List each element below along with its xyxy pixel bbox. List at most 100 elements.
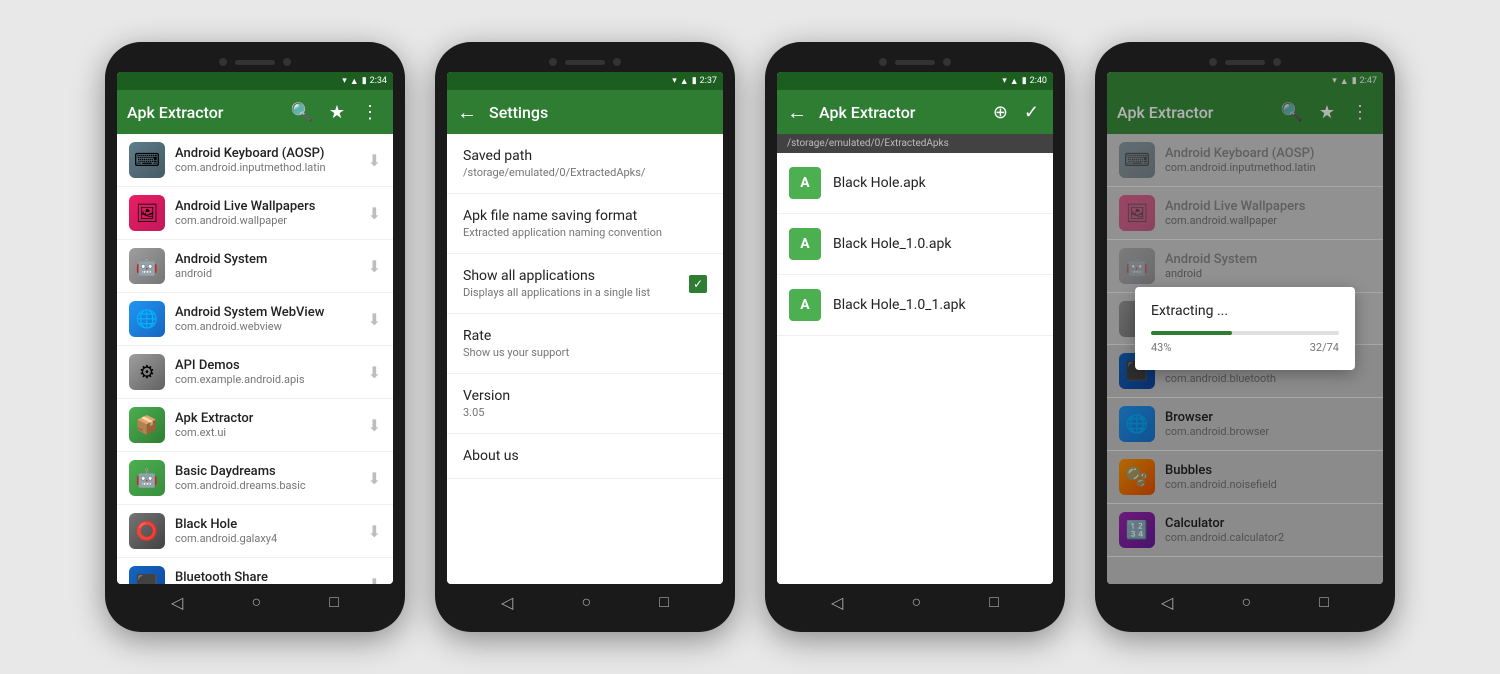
download-icon[interactable]: ⬇ [368,257,381,276]
back-button[interactable]: ◁ [831,593,843,612]
settings-item-left: Rate Show us your support [463,328,569,359]
download-icon[interactable]: ⬇ [368,575,381,585]
download-icon[interactable]: ⬇ [368,151,381,170]
list-item[interactable]: ⚙ API Demos com.example.android.apis ⬇ [117,346,393,399]
progress-count: 32/74 [1310,341,1339,354]
app-icon-blackhole: ⭕ [129,513,165,549]
settings-label: Rate [463,328,569,344]
status-bar-2: ▾ ▲ ▮ 2:37 [447,72,723,90]
list-item[interactable]: 🌐 Android System WebView com.android.web… [117,293,393,346]
home-button[interactable]: ○ [911,592,921,612]
camera-dot [1209,58,1217,66]
nav-bar-3: ◁ ○ □ [777,584,1053,620]
list-item[interactable]: ⭕ Black Hole com.android.galaxy4 ⬇ [117,505,393,558]
list-item[interactable]: ⬛ Bluetooth Share com.android.bluetooth … [117,558,393,584]
file-name: Black Hole_1.0.apk [833,236,951,252]
camera-dot [549,58,557,66]
settings-sublabel: 3.05 [463,406,510,419]
settings-item-format[interactable]: Apk file name saving format Extracted ap… [447,194,723,254]
recent-button[interactable]: □ [329,592,339,612]
home-button[interactable]: ○ [1241,592,1251,612]
app-bar-title-1: Apk Extractor [127,103,278,122]
phone-1-top [117,54,393,72]
back-button[interactable]: ◁ [171,593,183,612]
list-item[interactable]: 🖼 Android Live Wallpapers com.android.wa… [117,187,393,240]
battery-icon: ▮ [692,76,697,86]
list-item[interactable]: 📦 Apk Extractor com.ext.ui ⬇ [117,399,393,452]
check-icon[interactable]: ✓ [1020,98,1043,127]
phone-4-screen: ▾ ▲ ▮ 2:47 Apk Extractor 🔍 ★ ⋮ ⌨ Android… [1107,72,1383,584]
more-icon[interactable]: ⋮ [357,98,383,127]
add-icon[interactable]: ⊕ [989,98,1012,127]
file-item[interactable]: A Black Hole_1.0_1.apk [777,275,1053,336]
phone-3-top [777,54,1053,72]
download-icon[interactable]: ⬇ [368,363,381,382]
download-icon[interactable]: ⬇ [368,522,381,541]
download-icon[interactable]: ⬇ [368,204,381,223]
battery-icon: ▮ [1022,76,1027,86]
download-icon[interactable]: ⬇ [368,416,381,435]
home-button[interactable]: ○ [581,592,591,612]
app-icon-bluetooth: ⬛ [129,566,165,584]
settings-item-aboutus[interactable]: About us [447,434,723,479]
list-item[interactable]: 🤖 Android System android ⬇ [117,240,393,293]
list-item[interactable]: 🤖 Basic Daydreams com.android.dreams.bas… [117,452,393,505]
search-icon[interactable]: 🔍 [286,98,316,127]
settings-sublabel: /storage/emulated/0/ExtractedApks/ [463,166,645,179]
download-icon[interactable]: ⬇ [368,469,381,488]
recent-button[interactable]: □ [1319,592,1329,612]
app-info: Basic Daydreams com.android.dreams.basic [175,464,358,492]
app-pkg: com.ext.ui [175,426,358,439]
back-button[interactable]: ◁ [501,593,513,612]
settings-item-rate[interactable]: Rate Show us your support [447,314,723,374]
nav-bar-1: ◁ ○ □ [117,584,393,620]
app-icon-wallpaper: 🖼 [129,195,165,231]
settings-item-savedpath[interactable]: Saved path /storage/emulated/0/Extracted… [447,134,723,194]
app-pkg: com.android.inputmethod.latin [175,161,358,174]
app-name: Apk Extractor [175,411,358,426]
file-name: Black Hole_1.0_1.apk [833,297,966,313]
settings-label: About us [463,448,519,464]
back-button[interactable]: ◁ [1161,593,1173,612]
settings-item-showall[interactable]: Show all applications Displays all appli… [447,254,723,314]
recent-button[interactable]: □ [989,592,999,612]
checkbox-showall[interactable]: ✓ [689,275,707,293]
app-icon-apkextractor: 📦 [129,407,165,443]
app-bar-1: Apk Extractor 🔍 ★ ⋮ [117,90,393,134]
app-pkg: android [175,267,358,280]
list-item[interactable]: ⌨ Android Keyboard (AOSP) com.android.in… [117,134,393,187]
app-bar-2: ← Settings [447,90,723,134]
back-arrow-icon[interactable]: ← [457,100,477,125]
recent-button[interactable]: □ [659,592,669,612]
wifi-icon: ▾ [342,76,347,86]
status-icons-3: ▾ ▲ ▮ 2:40 [1002,76,1047,87]
app-icon-api: ⚙ [129,354,165,390]
path-bar: /storage/emulated/0/ExtractedApks [777,134,1053,153]
app-icon-daydreams: 🤖 [129,460,165,496]
nav-bar-4: ◁ ○ □ [1107,584,1383,620]
file-item[interactable]: A Black Hole.apk [777,153,1053,214]
star-icon[interactable]: ★ [325,98,349,127]
phone-4: ▾ ▲ ▮ 2:47 Apk Extractor 🔍 ★ ⋮ ⌨ Android… [1095,42,1395,632]
signal-icon: ▲ [680,76,689,87]
download-icon[interactable]: ⬇ [368,310,381,329]
back-arrow-icon[interactable]: ← [787,100,807,125]
home-button[interactable]: ○ [251,592,261,612]
speaker [235,60,275,65]
speaker [895,60,935,65]
extracting-dialog: Extracting ... 43% 32/74 [1135,287,1355,370]
app-pkg: com.example.android.apis [175,373,358,386]
settings-item-version[interactable]: Version 3.05 [447,374,723,434]
time-3: 2:40 [1030,76,1047,86]
settings-sublabel: Displays all applications in a single li… [463,286,650,299]
app-pkg: com.android.galaxy4 [175,532,358,545]
app-bar-title-2: Settings [489,103,713,122]
status-icons-1: ▾ ▲ ▮ 2:34 [342,76,387,87]
camera-dot-2 [943,58,951,66]
file-item[interactable]: A Black Hole_1.0.apk [777,214,1053,275]
time-1: 2:34 [370,76,387,86]
phone-3-screen: ▾ ▲ ▮ 2:40 ← Apk Extractor ⊕ ✓ /storage/… [777,72,1053,584]
app-info: Android Live Wallpapers com.android.wall… [175,199,358,227]
phone-3: ▾ ▲ ▮ 2:40 ← Apk Extractor ⊕ ✓ /storage/… [765,42,1065,632]
progress-percent: 43% [1151,341,1171,354]
